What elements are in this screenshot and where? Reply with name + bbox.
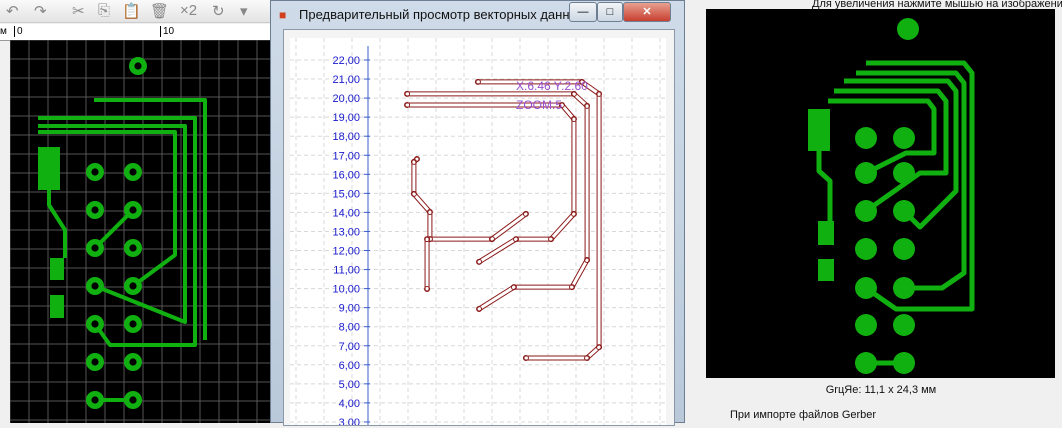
copper-trace bbox=[816, 151, 833, 221]
y-tick-label: 17,00 bbox=[332, 150, 360, 162]
y-tick-label: 22,00 bbox=[332, 55, 360, 67]
pcb-canvas[interactable] bbox=[9, 39, 275, 423]
y-tick-label: 11,00 bbox=[333, 265, 360, 277]
y-tick-label: 21,00 bbox=[332, 74, 360, 86]
copper-pad bbox=[893, 200, 915, 222]
preview-dialog: ■ Предварительный просмотр векторных дан… bbox=[270, 0, 685, 426]
pad-hole bbox=[129, 244, 137, 252]
zoom-hint: Для увеличения нажмите мышью на изображе… bbox=[812, 0, 1062, 10]
dialog-title: Предварительный просмотр векторных данны… bbox=[299, 7, 586, 22]
copper-pad bbox=[893, 352, 915, 374]
copper-pad bbox=[855, 127, 877, 149]
undo-icon[interactable]: ↶ bbox=[6, 2, 19, 20]
pcb-preview[interactable] bbox=[706, 9, 1055, 378]
cut-icon[interactable]: ✂ bbox=[72, 2, 85, 20]
copper-pad bbox=[855, 162, 877, 184]
pad-hole bbox=[91, 396, 99, 404]
pcb-preview-image bbox=[808, 18, 975, 374]
pad-hole bbox=[91, 282, 99, 290]
size-label: GrцЯe: 11,1 x 24,3 мм bbox=[825, 384, 937, 396]
pad-hole bbox=[134, 62, 142, 70]
preview-area: 22,00 21,00 20,00 19,00 18,00 17,00 16,00 15,00… bbox=[283, 29, 675, 426]
y-tick-label: 18,00 bbox=[332, 131, 360, 143]
pad-hole bbox=[91, 206, 99, 214]
ruler-tick: 10 bbox=[160, 26, 174, 37]
copper-pad bbox=[893, 127, 915, 149]
y-tick-label: 10,00 bbox=[332, 284, 360, 296]
pad-hole bbox=[91, 320, 99, 328]
dropdown-icon[interactable]: ▾ bbox=[240, 2, 248, 20]
delete-icon[interactable]: 🗑 bbox=[150, 2, 169, 20]
y-tick-label: 4,00 bbox=[339, 398, 360, 410]
minimize-button[interactable]: — bbox=[569, 2, 597, 22]
copper-trace bbox=[47, 190, 67, 258]
y-tick-label: 9,00 bbox=[339, 303, 360, 315]
smd-pad bbox=[808, 109, 830, 151]
coords-readout: X:6.46 Y:2.60 bbox=[516, 79, 588, 93]
copper-pad bbox=[855, 352, 877, 374]
y-tick-label: 8,00 bbox=[339, 322, 360, 334]
close-button[interactable]: ✕ bbox=[623, 2, 671, 22]
pad-hole bbox=[129, 358, 137, 366]
right-panel: Для увеличения нажмите мышью на изображе… bbox=[700, 0, 1062, 423]
copper-pad bbox=[897, 18, 919, 40]
y-tick-label: 19,00 bbox=[332, 112, 360, 124]
pad-hole bbox=[129, 168, 137, 176]
y-tick-label: 12,00 bbox=[332, 246, 360, 258]
y-tick-label: 3,00 bbox=[339, 417, 360, 425]
multiply-icon[interactable]: ×2 bbox=[180, 2, 197, 19]
copper-pad bbox=[893, 314, 915, 336]
copper-trace bbox=[828, 98, 937, 176]
gerber-group-label: При импорте файлов Gerber bbox=[730, 409, 877, 421]
pad-hole bbox=[91, 244, 99, 252]
ruler: м 0 10 bbox=[0, 24, 275, 41]
smd-pad bbox=[818, 221, 834, 245]
pad-hole bbox=[129, 206, 137, 214]
copper-pad bbox=[893, 238, 915, 260]
pad-hole bbox=[129, 320, 137, 328]
copy-icon[interactable]: ⎘ bbox=[98, 2, 110, 19]
y-tick-label: 20,00 bbox=[332, 93, 360, 105]
ruler-unit: м bbox=[0, 26, 7, 37]
copper-pad bbox=[855, 200, 877, 222]
pad-hole bbox=[91, 168, 99, 176]
y-tick-label: 6,00 bbox=[339, 360, 360, 372]
toolbar: ↶ ↷ ✂ ⎘ 📋 🗑 ×2 ↻ ▾ bbox=[0, 0, 275, 23]
pad-hole bbox=[129, 282, 137, 290]
y-tick-label: 15,00 bbox=[332, 188, 360, 200]
copper-pad bbox=[855, 277, 877, 299]
pcb-layout-image bbox=[9, 39, 275, 423]
ruler-tick: 0 bbox=[14, 26, 23, 37]
y-tick-label: 7,00 bbox=[339, 341, 360, 353]
copper-pad bbox=[855, 238, 877, 260]
pad-hole bbox=[91, 358, 99, 366]
y-tick-label: 5,00 bbox=[339, 379, 360, 391]
copper-pad bbox=[855, 314, 877, 336]
smd-pad bbox=[50, 295, 64, 318]
app-icon: ■ bbox=[279, 8, 287, 22]
y-tick-label: 14,00 bbox=[332, 207, 360, 219]
maximize-button[interactable]: □ bbox=[597, 2, 623, 22]
redo-icon[interactable]: ↷ bbox=[34, 2, 47, 20]
y-tick-label: 16,00 bbox=[332, 169, 360, 181]
y-tick-label: 13,00 bbox=[332, 226, 360, 238]
rotate-icon[interactable]: ↻ bbox=[212, 2, 225, 20]
smd-pad bbox=[50, 258, 64, 280]
smd-pad bbox=[818, 259, 834, 281]
vector-chart[interactable]: 22,00 21,00 20,00 19,00 18,00 17,00 16,00 15,00… bbox=[284, 30, 674, 425]
copper-pad bbox=[893, 162, 915, 184]
copper-pad bbox=[893, 277, 915, 299]
smd-pad bbox=[38, 147, 60, 190]
paste-icon[interactable]: 📋 bbox=[122, 2, 141, 20]
zoom-readout: ZOOM:5 bbox=[516, 98, 563, 112]
pad-hole bbox=[129, 396, 137, 404]
copper-trace bbox=[94, 98, 207, 340]
